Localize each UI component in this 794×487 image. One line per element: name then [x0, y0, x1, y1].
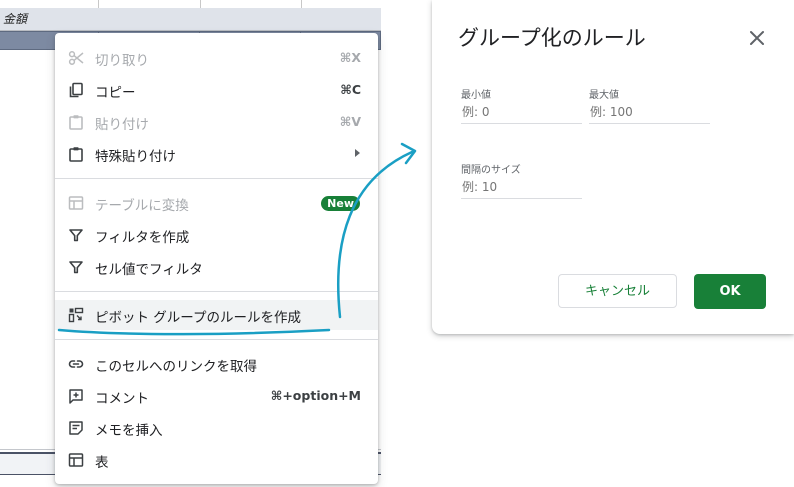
clipboard-icon	[69, 147, 83, 162]
context-menu: 切り取り ⌘X コピー ⌘C 貼り付け ⌘V 特殊貼り付け テーブルに変換 Ne…	[55, 33, 378, 484]
menu-item-label: このセルへのリンクを取得	[95, 359, 257, 375]
scissors-icon	[68, 51, 84, 65]
menu-item-label: テーブルに変換	[95, 198, 189, 214]
menu-item-copy[interactable]: コピー ⌘C	[55, 75, 378, 105]
menu-item-label: コメント	[95, 391, 149, 407]
new-badge: New	[321, 196, 360, 211]
dialog-title: グループ化のルール	[458, 26, 646, 50]
max-value-input[interactable]	[589, 101, 710, 124]
menu-divider	[55, 339, 378, 340]
min-value-label: 最小値	[461, 90, 491, 101]
shortcut-label: ⌘+option+M	[270, 388, 361, 403]
clipboard-icon	[69, 115, 83, 130]
shortcut-label: ⌘C	[340, 82, 361, 97]
menu-item-insert-note[interactable]: メモを挿入	[55, 413, 378, 443]
cancel-button[interactable]: キャンセル	[558, 274, 677, 308]
menu-item-paste-special[interactable]: 特殊貼り付け	[55, 139, 378, 169]
menu-item-label: 貼り付け	[95, 117, 149, 133]
pivot-group-icon	[68, 307, 84, 323]
filter-icon	[69, 261, 83, 274]
interval-size-input[interactable]	[461, 176, 582, 199]
copy-icon	[69, 82, 83, 98]
max-value-label: 最大値	[589, 90, 619, 101]
min-value-input[interactable]	[461, 101, 582, 124]
menu-item-label: フィルタを作成	[95, 230, 190, 246]
menu-item-comment[interactable]: コメント ⌘+option+M	[55, 381, 378, 411]
header-cell-amount[interactable]: 金額	[3, 10, 27, 27]
link-icon	[68, 360, 84, 368]
menu-item-paste[interactable]: 貼り付け ⌘V	[55, 107, 378, 137]
grouping-rule-dialog: グループ化のルール 最小値 最大値 間隔のサイズ キャンセル OK	[432, 0, 794, 334]
shortcut-label: ⌘V	[339, 114, 361, 129]
table-icon	[68, 453, 84, 467]
menu-item-label: ピボット グループのルールを作成	[95, 310, 301, 326]
menu-item-label: 特殊貼り付け	[95, 149, 176, 165]
close-icon[interactable]	[746, 27, 768, 49]
header-row[interactable]: 金額	[0, 8, 381, 31]
menu-item-create-pivot-group-rule[interactable]: ピボット グループのルールを作成	[55, 300, 378, 330]
table-icon	[68, 196, 84, 210]
menu-item-label: メモを挿入	[95, 423, 163, 439]
menu-item-create-filter[interactable]: フィルタを作成	[55, 220, 378, 250]
menu-item-get-cell-link[interactable]: このセルへのリンクを取得	[55, 349, 378, 379]
menu-item-label: セル値でフィルタ	[95, 262, 203, 278]
ok-button[interactable]: OK	[694, 274, 766, 309]
annotation-arrowhead	[400, 142, 417, 165]
shortcut-label: ⌘X	[339, 50, 361, 65]
menu-item-convert-to-table[interactable]: テーブルに変換 New	[55, 188, 378, 218]
menu-item-label: コピー	[95, 85, 136, 101]
menu-item-filter-by-cell-value[interactable]: セル値でフィルタ	[55, 252, 378, 282]
menu-item-cut[interactable]: 切り取り ⌘X	[55, 43, 378, 73]
menu-divider	[55, 291, 378, 292]
menu-item-label: 表	[95, 455, 109, 471]
comment-add-icon	[69, 389, 83, 404]
submenu-arrow-icon	[355, 149, 360, 157]
menu-item-label: 切り取り	[95, 53, 149, 69]
menu-divider	[55, 178, 378, 179]
filter-icon	[69, 229, 83, 242]
note-icon	[69, 421, 83, 435]
interval-size-label: 間隔のサイズ	[461, 165, 521, 176]
menu-item-table[interactable]: 表	[55, 445, 378, 475]
